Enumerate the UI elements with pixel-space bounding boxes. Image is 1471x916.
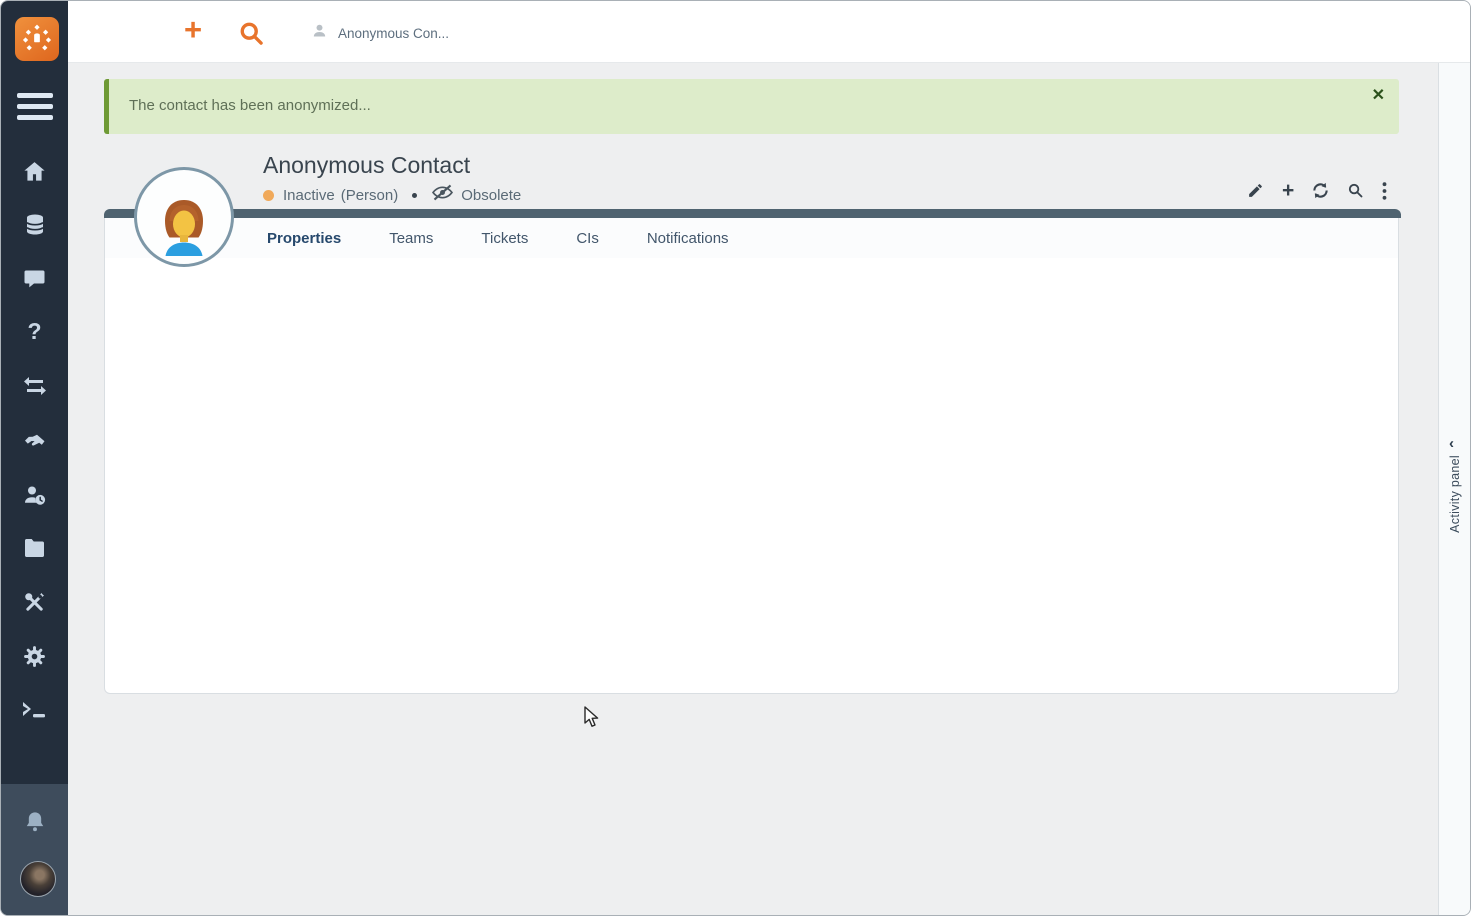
breadcrumb[interactable]: Anonymous Con...: [311, 22, 449, 44]
tab-bar: Properties Teams Tickets CIs Notificatio…: [105, 218, 1398, 258]
edit-pencil-icon[interactable]: [1247, 182, 1264, 199]
menu-icon[interactable]: [1, 93, 68, 120]
tab-tickets[interactable]: Tickets: [481, 230, 528, 247]
home-icon[interactable]: [1, 159, 68, 184]
app-window: + Anonymous Con...: [0, 0, 1471, 916]
tab-notifications[interactable]: Notifications: [647, 230, 729, 247]
refresh-icon[interactable]: [1312, 182, 1329, 199]
activity-panel-label[interactable]: Activity panel: [1448, 455, 1462, 533]
object-search-icon[interactable]: [1347, 182, 1364, 199]
mouse-cursor: [584, 706, 601, 734]
object-details-card: Properties Teams Tickets CIs Notificatio…: [104, 209, 1399, 694]
status-text: Inactive: [283, 187, 335, 204]
obsolete-text: Obsolete: [461, 187, 521, 204]
breadcrumb-label: Anonymous Con...: [338, 26, 449, 41]
object-status-row: Inactive (Person) Obsolete: [263, 185, 521, 205]
page-title: Anonymous Contact: [263, 152, 470, 179]
settings-gear-icon[interactable]: [1, 644, 68, 669]
activity-panel-strip: ‹ Activity panel: [1438, 63, 1471, 916]
tab-teams[interactable]: Teams: [389, 230, 433, 247]
add-plus-icon[interactable]: +: [1282, 180, 1294, 201]
transfer-arrows-icon[interactable]: [1, 375, 68, 397]
global-search-icon[interactable]: [238, 20, 265, 52]
separator-dot: [412, 193, 417, 198]
persons-clock-icon[interactable]: [1, 483, 68, 507]
help-question-icon[interactable]: ?: [1, 320, 68, 343]
create-new-button[interactable]: +: [184, 14, 202, 45]
card-top-strip: [104, 209, 1401, 218]
console-terminal-icon[interactable]: [1, 699, 68, 721]
contact-picture-medallion: [134, 167, 234, 267]
chat-bubble-icon[interactable]: [1, 267, 68, 291]
itop-logo[interactable]: [15, 17, 59, 61]
tab-cis[interactable]: CIs: [576, 230, 599, 247]
banner-message: The contact has been anonymized...: [129, 97, 371, 114]
woman-avatar-icon: [152, 198, 216, 258]
notifications-bell-icon[interactable]: [1, 809, 68, 836]
success-banner: The contact has been anonymized... ✕: [104, 79, 1399, 134]
class-text: (Person): [341, 187, 399, 204]
documents-folder-icon[interactable]: [1, 537, 68, 559]
tools-icon[interactable]: [1, 590, 68, 615]
activity-panel-expand-icon[interactable]: ‹: [1449, 435, 1454, 452]
status-dot: [263, 190, 274, 201]
data-database-icon[interactable]: [1, 212, 68, 237]
sidebar: ?: [1, 1, 68, 916]
more-kebab-icon[interactable]: [1382, 182, 1387, 200]
services-hand-icon[interactable]: [1, 429, 68, 453]
obsolete-eye-slash-icon: [431, 184, 454, 206]
contact-icon: [311, 22, 328, 44]
banner-close-icon[interactable]: ✕: [1372, 85, 1385, 105]
top-bar: + Anonymous Con...: [68, 1, 1471, 63]
header-actions: +: [1247, 180, 1387, 201]
tab-properties[interactable]: Properties: [267, 230, 341, 247]
user-avatar[interactable]: [20, 861, 56, 897]
